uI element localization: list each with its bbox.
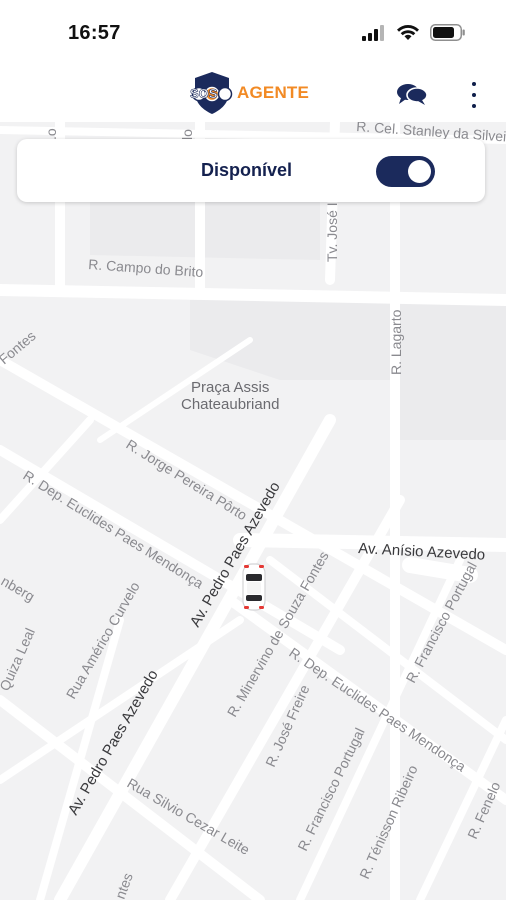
wifi-icon	[397, 25, 419, 40]
menu-dot	[472, 82, 476, 86]
shield-logo-icon: SOS	[190, 72, 233, 114]
car-icon	[242, 563, 266, 611]
chat-bubbles-icon	[397, 84, 428, 105]
availability-toggle[interactable]	[376, 156, 435, 187]
battery-icon	[430, 24, 465, 41]
chat-button[interactable]	[396, 82, 428, 106]
logo-text: AGENTE	[237, 83, 310, 102]
map-view[interactable]: R. Cel. Stanley da Silveira R. Campo do …	[0, 122, 506, 900]
more-options-button[interactable]	[466, 82, 482, 108]
poi-label: Chateaubriand	[181, 396, 279, 413]
street-label: R. Lagarto	[388, 309, 404, 375]
street-label: Tv. José I	[324, 202, 340, 262]
car-marker[interactable]	[241, 562, 267, 612]
cellular-signal-icon	[362, 24, 384, 41]
status-icons	[362, 24, 466, 41]
status-time: 16:57	[68, 22, 121, 44]
menu-dot	[472, 93, 476, 97]
availability-label: Disponível	[201, 160, 293, 180]
svg-text:SOS: SOS	[190, 86, 218, 101]
poi-label: Praça Assis	[191, 379, 269, 396]
status-bar: 16:57	[0, 0, 506, 62]
app-header: SOS AGENTE	[0, 62, 506, 122]
menu-dot	[472, 104, 476, 108]
toggle-knob	[408, 160, 431, 183]
app-logo: SOS AGENTE	[189, 70, 309, 116]
availability-card: Disponível	[17, 139, 485, 202]
map-canvas: R. Cel. Stanley da Silveira R. Campo do …	[0, 122, 506, 900]
